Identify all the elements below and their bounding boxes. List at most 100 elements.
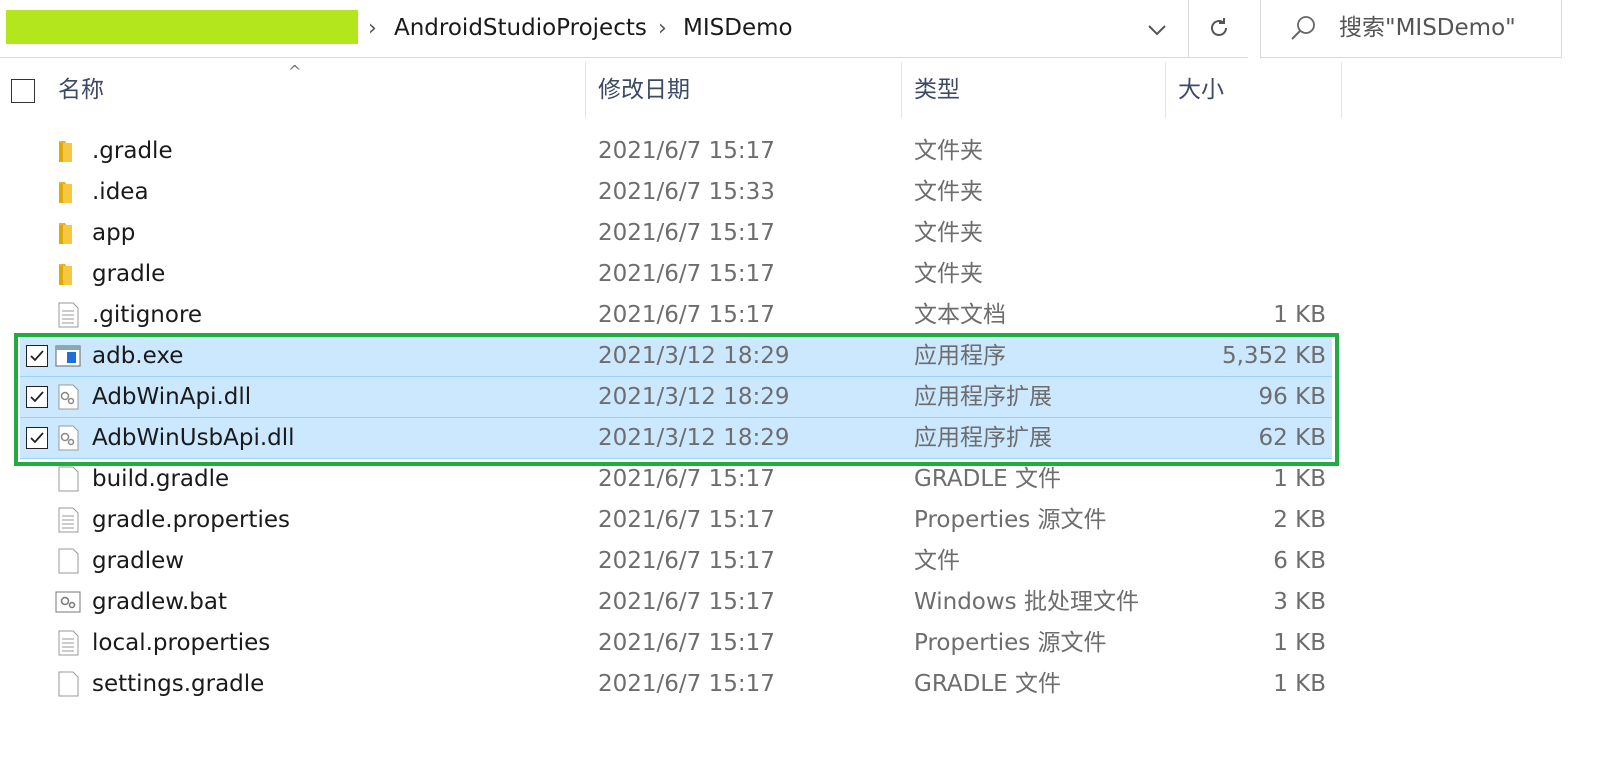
file-name: adb.exe [92,343,184,369]
column-name-label: 名称 [58,77,104,103]
row-checkbox[interactable] [26,427,48,449]
text-file-icon [55,630,81,656]
file-row[interactable]: gradle.properties 2021/6/7 15:17 Propertie… [0,500,1340,541]
checkmark-icon [30,350,44,362]
column-date-label: 修改日期 [598,77,690,103]
file-row[interactable]: .gradle 2021/6/7 15:17 文件夹 [0,131,1340,172]
file-type: 文件夹 [914,220,983,246]
folder-icon [55,179,81,205]
file-date: 2021/3/12 18:29 [598,384,790,410]
file-name: .gradle [92,138,173,164]
dll-icon [55,384,81,410]
file-row[interactable]: gradle 2021/6/7 15:17 文件夹 [0,254,1340,295]
file-name: gradlew [92,548,185,574]
column-name[interactable]: 名称 ^ [0,62,586,118]
redacted-path [6,10,358,44]
file-row[interactable]: local.properties 2021/6/7 15:17 Properties… [0,623,1340,664]
checkmark-icon [30,432,44,444]
blank-file-icon [55,466,81,492]
dll-icon [55,425,81,451]
file-date: 2021/3/12 18:29 [598,425,790,451]
toolbar: › AndroidStudioProjects › MISDemo 搜索"MIS… [0,0,1605,58]
file-type: 文件夹 [914,261,983,287]
file-date: 2021/6/7 15:33 [598,179,775,205]
file-type: 应用程序扩展 [914,425,1052,451]
file-type: GRADLE 文件 [914,466,1061,492]
file-name: AdbWinApi.dll [92,384,252,410]
column-size[interactable]: 大小 [1166,62,1342,118]
address-bar[interactable]: › AndroidStudioProjects › MISDemo [0,0,1188,58]
refresh-icon [1210,18,1227,36]
file-date: 2021/6/7 15:17 [598,302,775,328]
file-type: 文本文档 [914,302,1006,328]
file-type: 应用程序 [914,343,1006,369]
refresh-button[interactable] [1188,0,1248,58]
file-name: gradle.properties [92,507,290,533]
file-size: 6 KB [1273,548,1326,574]
breadcrumb-androidstudioprojects[interactable]: AndroidStudioProjects [394,13,647,43]
file-type: Windows 批处理文件 [914,589,1139,615]
file-row[interactable]: .gitignore 2021/6/7 15:17 文本文档 1 KB [0,295,1340,336]
file-date: 2021/6/7 15:17 [598,220,775,246]
file-size: 1 KB [1273,302,1326,328]
column-date[interactable]: 修改日期 [586,62,902,118]
blank-file-icon [55,671,81,697]
text-file-icon [55,302,81,328]
search-box[interactable]: 搜索"MISDemo" [1260,0,1562,58]
search-input[interactable]: 搜索"MISDemo" [1339,13,1516,43]
file-size: 1 KB [1273,466,1326,492]
blank-file-icon [55,548,81,574]
file-name: AdbWinUsbApi.dll [92,425,295,451]
breadcrumb-misdemo[interactable]: MISDemo [683,13,793,43]
file-row[interactable]: adb.exe 2021/3/12 18:29 应用程序 5,352 KB [20,336,1332,377]
file-name: .idea [92,179,149,205]
file-row[interactable]: AdbWinUsbApi.dll 2021/3/12 18:29 应用程序扩展 62 … [20,418,1332,459]
file-type: 文件夹 [914,179,983,205]
file-type: Properties 源文件 [914,507,1107,533]
file-name: gradlew.bat [92,589,228,615]
file-row[interactable]: gradlew 2021/6/7 15:17 文件 6 KB [0,541,1340,582]
file-type: 文件夹 [914,138,983,164]
file-name: gradle [92,261,166,287]
file-date: 2021/6/7 15:17 [598,138,775,164]
file-row[interactable]: .idea 2021/6/7 15:33 文件夹 [0,172,1340,213]
row-checkbox[interactable] [26,345,48,367]
column-header: 名称 ^ 修改日期 类型 大小 [0,62,1605,118]
chevron-right-icon[interactable]: › [368,14,377,44]
file-name: .gitignore [92,302,203,328]
file-size: 2 KB [1273,507,1326,533]
select-all-checkbox[interactable] [11,79,35,103]
folder-icon [55,138,81,164]
file-row[interactable]: settings.gradle 2021/6/7 15:17 GRADLE 文件 1 … [0,664,1340,705]
chevron-right-icon[interactable]: › [658,14,667,44]
file-date: 2021/3/12 18:29 [598,343,790,369]
file-date: 2021/6/7 15:17 [598,589,775,615]
file-row[interactable]: gradlew.bat 2021/6/7 15:17 Windows 批处理文件 3 … [0,582,1340,623]
chevron-down-icon[interactable] [1140,12,1174,46]
file-name: local.properties [92,630,271,656]
file-size: 5,352 KB [1221,343,1326,369]
folder-icon [55,220,81,246]
file-type: 文件 [914,548,960,574]
file-date: 2021/6/7 15:17 [598,671,775,697]
file-type: Properties 源文件 [914,630,1107,656]
file-row[interactable]: build.gradle 2021/6/7 15:17 GRADLE 文件 1 KB [0,459,1340,500]
exe-icon [55,343,81,369]
file-row[interactable]: app 2021/6/7 15:17 文件夹 [0,213,1340,254]
column-type-label: 类型 [914,77,960,103]
column-type[interactable]: 类型 [902,62,1166,118]
row-checkbox[interactable] [26,386,48,408]
file-size: 62 KB [1258,425,1326,451]
file-row[interactable]: AdbWinApi.dll 2021/3/12 18:29 应用程序扩展 96 KB [20,377,1332,418]
file-size: 3 KB [1273,589,1326,615]
folder-icon [55,261,81,287]
file-size: 1 KB [1273,630,1326,656]
file-date: 2021/6/7 15:17 [598,466,775,492]
file-date: 2021/6/7 15:17 [598,261,775,287]
file-date: 2021/6/7 15:17 [598,507,775,533]
column-size-label: 大小 [1178,77,1224,103]
file-size: 1 KB [1273,671,1326,697]
file-name: app [92,220,136,246]
file-size: 96 KB [1258,384,1326,410]
file-date: 2021/6/7 15:17 [598,630,775,656]
